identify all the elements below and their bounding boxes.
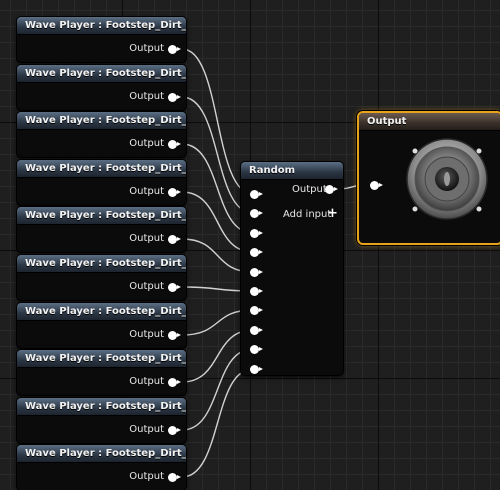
random-input-pin[interactable] xyxy=(250,287,263,296)
random-input-pin[interactable] xyxy=(250,190,263,199)
random-node[interactable]: Random Output Add input + xyxy=(241,162,343,375)
add-input-label[interactable]: Add input xyxy=(283,209,331,220)
wave-player-title: Wave Player : Footstep_Dirt_07 xyxy=(17,350,186,368)
wave-player-title: Wave Player : Footstep_Dirt_06 xyxy=(17,303,186,321)
wave-player-node[interactable]: Wave Player : Footstep_Dirt_07 Output xyxy=(17,350,186,395)
wave-player-node[interactable]: Wave Player : Footstep_Dirt_05 Output xyxy=(17,255,186,300)
random-input-pin[interactable] xyxy=(250,326,263,335)
random-input-pin[interactable] xyxy=(250,365,263,374)
wave-player-node[interactable]: Wave Player : Footstep_Dirt_04 Output xyxy=(17,207,186,252)
wave-player-output-pin[interactable] xyxy=(168,235,181,244)
wave-player-output-pin[interactable] xyxy=(168,426,181,435)
wave-player-output-label: Output xyxy=(129,91,164,102)
wave-player-output-label: Output xyxy=(129,329,164,340)
plus-icon[interactable]: + xyxy=(327,206,338,221)
random-node-title: Random xyxy=(241,162,343,180)
wave-player-node[interactable]: Wave Player : Footstep_Dirt_02 Output xyxy=(17,112,186,157)
wave-player-output-pin[interactable] xyxy=(168,473,181,482)
random-output-label: Output xyxy=(292,184,327,195)
wave-player-node[interactable]: Wave Player : Footstep_Dirt_03 Output xyxy=(17,160,186,205)
random-input-pin[interactable] xyxy=(250,229,263,238)
wave-player-output-pin[interactable] xyxy=(168,188,181,197)
random-input-pin[interactable] xyxy=(250,209,263,218)
wave-player-title: Wave Player : Footstep_Dirt_04 xyxy=(17,207,186,225)
wave-player-output-pin[interactable] xyxy=(168,93,181,102)
wave-player-output-label: Output xyxy=(129,233,164,244)
output-node-title: Output xyxy=(359,113,500,131)
wave-player-title: Wave Player : Footstep_Dirt_03 xyxy=(17,160,186,178)
wave-player-output-pin[interactable] xyxy=(168,140,181,149)
wave-player-node[interactable]: Wave Player : Footstep_Dirt_08 Output xyxy=(17,398,186,443)
output-node-input-pin[interactable] xyxy=(370,181,383,190)
wave-player-title: Wave Player : Footstep_Dirt_09 xyxy=(17,445,186,463)
wave-player-output-label: Output xyxy=(129,281,164,292)
wave-player-title: Wave Player : Footstep_Dirt_05 xyxy=(17,255,186,273)
wave-player-title: Wave Player : Footstep_Dirt_08 xyxy=(17,398,186,416)
wave-player-output-pin[interactable] xyxy=(168,378,181,387)
wave-player-title: Wave Player : Footstep_Dirt_02 xyxy=(17,112,186,130)
random-input-pin[interactable] xyxy=(250,248,263,257)
random-input-pin[interactable] xyxy=(250,345,263,354)
wave-player-output-pin[interactable] xyxy=(168,331,181,340)
speaker-icon xyxy=(406,138,488,220)
wave-player-output-label: Output xyxy=(129,376,164,387)
random-input-pin[interactable] xyxy=(250,306,263,315)
random-output-pin[interactable] xyxy=(325,185,338,194)
wave-player-node[interactable]: Wave Player : Footstep_Dirt_00 Output xyxy=(17,17,186,62)
wave-player-output-label: Output xyxy=(129,43,164,54)
wave-player-output-label: Output xyxy=(129,471,164,482)
wave-player-output-label: Output xyxy=(129,138,164,149)
wave-player-node[interactable]: Wave Player : Footstep_Dirt_09 Output xyxy=(17,445,186,490)
wave-player-node[interactable]: Wave Player : Footstep_Dirt_06 Output xyxy=(17,303,186,348)
wave-player-title: Wave Player : Footstep_Dirt_00 xyxy=(17,17,186,35)
wave-player-output-label: Output xyxy=(129,424,164,435)
wave-player-title: Wave Player : Footstep_Dirt_01 xyxy=(17,65,186,83)
wire xyxy=(181,368,254,478)
random-input-pin[interactable] xyxy=(250,268,263,277)
wave-player-output-pin[interactable] xyxy=(168,45,181,54)
wave-player-output-label: Output xyxy=(129,186,164,197)
output-node[interactable]: Output xyxy=(357,111,500,245)
wave-player-output-pin[interactable] xyxy=(168,283,181,292)
wave-player-node[interactable]: Wave Player : Footstep_Dirt_01 Output xyxy=(17,65,186,110)
